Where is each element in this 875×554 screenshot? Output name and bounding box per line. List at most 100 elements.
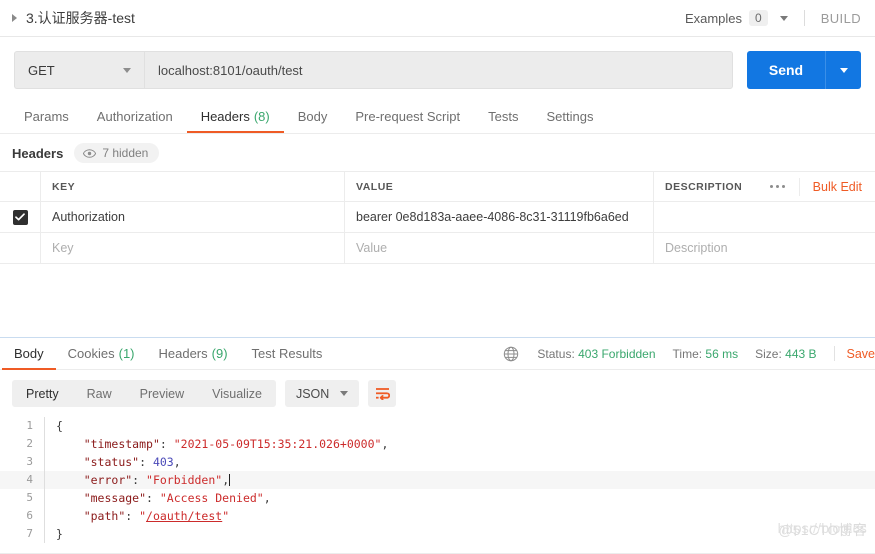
new-description-placeholder: Description	[665, 241, 728, 255]
select-all-cell	[0, 172, 41, 201]
view-mode-pretty[interactable]: Pretty	[12, 380, 73, 407]
code-line[interactable]: 2 "timestamp": "2021-05-09T15:35:21.026+…	[0, 435, 875, 453]
send-options-button[interactable]	[825, 51, 861, 89]
code-token: }	[56, 527, 63, 541]
tab-label: Settings	[546, 109, 594, 124]
view-mode-raw[interactable]: Raw	[73, 380, 126, 407]
new-key-input[interactable]: Key	[41, 233, 345, 263]
chevron-down-icon	[340, 391, 349, 396]
globe-icon[interactable]	[503, 346, 519, 362]
row-checkbox[interactable]	[12, 209, 28, 225]
view-mode-visualize[interactable]: Visualize	[198, 380, 276, 407]
code-token: "message"	[83, 491, 147, 505]
row-key-value: Authorization	[52, 210, 125, 224]
code-line[interactable]: 3 "status": 403,	[0, 453, 875, 471]
tab-label: Pre-request Script	[355, 109, 461, 124]
check-icon	[15, 213, 25, 221]
response-tab-test-results[interactable]: Test Results	[240, 339, 335, 370]
page-title: 3.认证服务器-test	[26, 10, 135, 26]
code-line[interactable]: 6 "path": "/oauth/test"	[0, 507, 875, 525]
eye-icon	[83, 148, 97, 158]
header-divider	[803, 10, 805, 26]
row-value-input[interactable]: bearer 0e8d183a-aaee-4086-8c31-31119fb6a…	[345, 202, 654, 232]
new-description-input[interactable]: Description	[654, 233, 875, 263]
tab-label: Headers	[158, 345, 208, 361]
request-title-group[interactable]: 3.认证服务器-test	[12, 8, 135, 28]
time-label: Time:	[672, 346, 703, 361]
chevron-down-icon	[839, 67, 848, 73]
code-line[interactable]: 7}	[0, 525, 875, 543]
bulk-edit-button[interactable]: Bulk Edit	[798, 177, 862, 196]
response-body-code[interactable]: 1{2 "timestamp": "2021-05-09T15:35:21.02…	[0, 417, 875, 543]
new-value-input[interactable]: Value	[345, 233, 654, 263]
tab-label: Body	[14, 345, 44, 361]
response-tab-cookies[interactable]: Cookies (1)	[56, 339, 147, 370]
tab-headers[interactable]: Headers (8)	[186, 102, 284, 133]
examples-count-badge: 0	[749, 10, 768, 26]
code-line[interactable]: 1{	[0, 417, 875, 435]
format-label: JSON	[295, 386, 330, 401]
line-number: 4	[26, 473, 33, 486]
code-token: :	[159, 437, 174, 451]
header-right-group: Examples 0 BUILD	[685, 10, 861, 26]
hidden-headers-toggle[interactable]: 7 hidden	[74, 143, 160, 163]
code-token: ,	[381, 437, 389, 451]
word-wrap-button[interactable]	[368, 380, 397, 407]
table-header-row: KEY VALUE DESCRIPTION Bulk Edit	[0, 172, 875, 202]
code-token: ,	[222, 473, 230, 487]
method-label: GET	[28, 62, 55, 78]
chevron-down-icon[interactable]	[779, 15, 788, 21]
tab-settings[interactable]: Settings	[532, 102, 607, 133]
status-badge: Status: 403 Forbidden	[537, 347, 655, 361]
code-text: "timestamp": "2021-05-09T15:35:21.026+00…	[45, 435, 389, 453]
code-line[interactable]: 4 "error": "Forbidden",	[0, 471, 875, 489]
row-value-value: bearer 0e8d183a-aaee-4086-8c31-31119fb6a…	[356, 210, 629, 224]
code-token: 403	[152, 455, 174, 469]
row-key-input[interactable]: Authorization	[41, 202, 345, 232]
new-value-placeholder: Value	[356, 241, 388, 255]
code-line[interactable]: 5 "message": "Access Denied",	[0, 489, 875, 507]
send-button[interactable]: Send	[747, 51, 825, 89]
examples-label: Examples	[684, 10, 743, 26]
url-input[interactable]: localhost:8101/oauth/test	[144, 51, 733, 89]
method-select[interactable]: GET	[14, 51, 144, 89]
table-actions: Bulk Edit	[756, 172, 864, 201]
table-row[interactable]: Authorization bearer 0e8d183a-aaee-4086-…	[0, 202, 875, 233]
row-checkbox-cell-empty	[0, 233, 41, 263]
tab-label: Tests	[488, 109, 519, 124]
headers-table: KEY VALUE DESCRIPTION Bulk Edit Authoriz…	[0, 171, 875, 264]
tab-label: Test Results	[251, 345, 323, 361]
line-number: 3	[26, 455, 33, 468]
table-row-placeholder[interactable]: Key Value Description	[0, 233, 875, 264]
caret-right-icon[interactable]	[12, 14, 17, 22]
url-bar: GET localhost:8101/oauth/test Send	[0, 37, 875, 102]
tab-body[interactable]: Body	[284, 102, 342, 133]
format-select[interactable]: JSON	[284, 380, 360, 407]
tab-params[interactable]: Params	[10, 102, 83, 133]
send-group: Send	[747, 51, 861, 89]
response-tab-bar: Body Cookies (1) Headers (9) Test Result…	[0, 338, 875, 370]
column-header-description-label: DESCRIPTION	[665, 180, 743, 193]
tab-label: Authorization	[96, 109, 173, 124]
code-token: "Forbidden"	[146, 473, 223, 487]
response-tab-headers[interactable]: Headers (9)	[147, 339, 240, 370]
tab-tests[interactable]: Tests	[474, 102, 532, 133]
hidden-headers-label: 7 hidden	[102, 146, 149, 160]
status-value: 403 Forbidden	[578, 346, 656, 361]
code-token: :	[146, 491, 160, 505]
time-value: 56 ms	[705, 346, 739, 361]
column-header-key: KEY	[41, 172, 345, 201]
response-tab-body[interactable]: Body	[2, 339, 56, 370]
row-description-input[interactable]	[654, 202, 875, 232]
view-mode-preview[interactable]: Preview	[126, 380, 198, 407]
tab-authorization[interactable]: Authorization	[83, 102, 187, 133]
column-header-description: DESCRIPTION Bulk Edit	[654, 172, 875, 201]
line-number: 6	[26, 509, 33, 522]
ellipsis-icon[interactable]	[756, 185, 799, 188]
response-meta: Status: 403 Forbidden Time: 56 ms Size: …	[503, 346, 875, 362]
build-button[interactable]: BUILD	[821, 11, 861, 26]
save-response-button[interactable]: Save	[847, 347, 875, 361]
postman-window: 3.认证服务器-test Examples 0 BUILD GET localh…	[0, 0, 875, 554]
tab-pre-request-script[interactable]: Pre-request Script	[341, 102, 474, 133]
request-header-bar: 3.认证服务器-test Examples 0 BUILD	[0, 0, 875, 37]
